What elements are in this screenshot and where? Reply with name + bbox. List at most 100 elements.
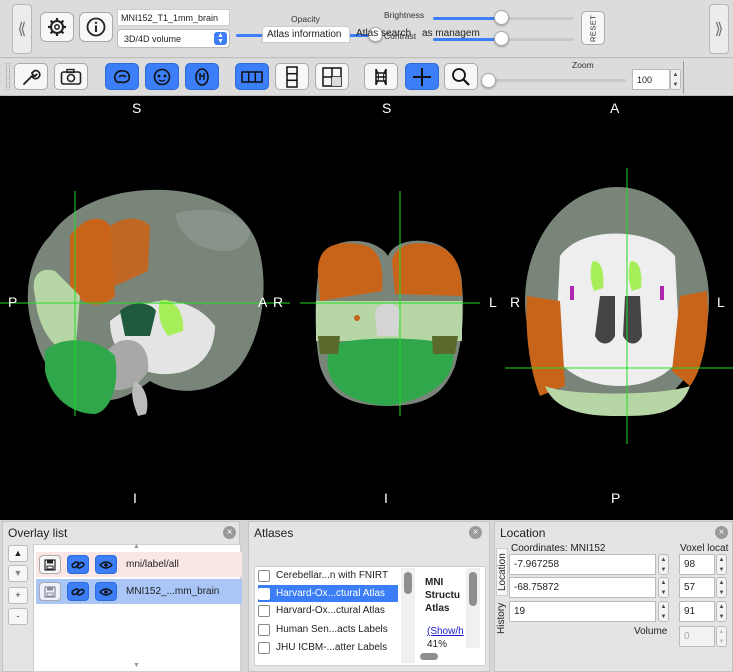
tab-history[interactable]: History <box>496 598 508 638</box>
overlay-item[interactable]: mni/label/all <box>36 552 242 577</box>
view-toolbar: Zoom 100 ▲ ▼ <box>0 59 733 96</box>
coordinate-z-stepper[interactable]: ▲ ▼ <box>658 601 669 622</box>
screenshot-button[interactable] <box>54 63 88 90</box>
collapse-left-button[interactable]: ⟪ <box>12 4 32 54</box>
atlas-item[interactable]: Cerebellar...n with FNIRT <box>258 567 398 584</box>
sagittal-view-toggle[interactable] <box>105 63 139 90</box>
atlas-checkbox[interactable] <box>258 623 270 636</box>
axial-label-top: A <box>610 100 620 116</box>
tab-atlas-management[interactable]: as managem <box>418 26 480 43</box>
grid-layout-toggle[interactable] <box>315 63 349 90</box>
atlas-list-scrollbar[interactable] <box>401 568 415 663</box>
vertical-layout-toggle[interactable] <box>275 63 309 90</box>
atlas-checkbox[interactable] <box>258 569 270 582</box>
info-icon <box>86 17 106 37</box>
coordinate-x-field[interactable]: -7.967258 <box>509 554 656 575</box>
coordinate-z-field[interactable]: 19 <box>509 601 656 622</box>
atlas-checkbox[interactable] <box>258 641 270 654</box>
atlas-item[interactable]: Harvard-Ox...ctural Atlas <box>258 602 398 619</box>
overlay-item-selected[interactable]: MNI152_...mm_brain <box>36 579 242 604</box>
add-overlay-button[interactable]: + <box>8 587 28 604</box>
brain-canvas[interactable] <box>0 96 733 520</box>
image-viewer[interactable]: S I P A S I R L A P R L <box>0 96 733 520</box>
scroll-up-icon[interactable]: ▲ <box>133 543 140 550</box>
horizontal-scrollbar-thumb[interactable] <box>420 653 438 660</box>
axial-slice[interactable] <box>525 187 709 416</box>
brightness-label: Brightness <box>384 10 425 20</box>
voxel-z-stepper[interactable]: ▲ ▼ <box>716 601 727 622</box>
coronal-view-toggle[interactable] <box>145 63 179 90</box>
location-title: Location <box>500 526 546 540</box>
axial-view-toggle[interactable] <box>185 63 219 90</box>
move-down-button[interactable]: ▼ <box>8 565 28 582</box>
zoom-slider[interactable] <box>488 79 626 82</box>
tools-button[interactable] <box>14 63 48 90</box>
zoom-slider-handle[interactable] <box>481 73 496 88</box>
volume-field[interactable]: 0 <box>679 626 715 647</box>
voxel-x-stepper[interactable]: ▲ ▼ <box>716 554 727 575</box>
move-up-button[interactable]: ▲ <box>8 545 28 562</box>
grid-layout-icon <box>322 66 342 87</box>
coronal-label-bottom: I <box>384 490 388 506</box>
zoom-tool-button[interactable] <box>444 63 478 90</box>
scrollbar-thumb[interactable] <box>469 572 477 606</box>
voxel-y-field[interactable]: 57 <box>679 577 715 598</box>
axial-label-right: L <box>717 294 725 310</box>
volume-type-select[interactable]: 3D/4D volume ▲ ▼ <box>117 29 230 48</box>
atlas-item-label: Cerebellar...n with FNIRT <box>276 570 389 581</box>
show-hide-link[interactable]: (Show/h <box>427 626 464 637</box>
reset-button[interactable]: RESET <box>581 11 605 45</box>
volume-label: Volume <box>634 626 668 637</box>
tab-location[interactable]: Location <box>496 548 508 596</box>
voxel-y-stepper[interactable]: ▲ ▼ <box>716 577 727 598</box>
horizontal-layout-toggle[interactable] <box>235 63 269 90</box>
atlas-item[interactable]: JHU ICBM-...atter Labels <box>258 639 398 656</box>
volume-stepper[interactable]: ▲ ▼ <box>716 626 727 647</box>
image-name-field[interactable]: MNI152_T1_1mm_brain <box>117 9 230 26</box>
axial-brain-icon <box>195 67 209 86</box>
atlas-item-selected[interactable]: Harvard-Ox...ctural Atlas <box>258 585 398 602</box>
coronal-label-left: R <box>273 294 284 310</box>
wrench-icon <box>23 69 41 85</box>
atlas-item-label: Harvard-Ox...ctural Atlas <box>276 588 385 599</box>
toolbar-grip[interactable] <box>6 63 10 90</box>
voxel-z-field[interactable]: 91 <box>679 601 715 622</box>
zoom-stepper[interactable]: ▲ ▼ <box>670 69 681 90</box>
close-icon[interactable]: × <box>223 526 236 539</box>
info-button[interactable] <box>79 12 113 42</box>
settings-button[interactable] <box>40 12 74 42</box>
crosshair-toggle[interactable] <box>405 63 439 90</box>
coordinate-y-stepper[interactable]: ▲ ▼ <box>658 577 669 598</box>
coordinate-x-stepper[interactable]: ▲ ▼ <box>658 554 669 575</box>
tab-atlas-search[interactable]: Atlas search <box>352 26 416 43</box>
voxel-x-field[interactable]: 98 <box>679 554 715 575</box>
save-icon[interactable] <box>39 555 61 574</box>
atlas-checkbox[interactable] <box>258 604 270 617</box>
overlay-item-name: MNI152_...mm_brain <box>126 586 220 597</box>
scrollbar-thumb[interactable] <box>404 572 412 594</box>
scroll-down-icon[interactable]: ▼ <box>133 662 140 669</box>
atlas-item[interactable]: Human Sen...acts Labels <box>258 621 398 638</box>
close-icon[interactable]: × <box>715 526 728 539</box>
atlas-item-label: Harvard-Ox...ctural Atlas <box>276 605 385 616</box>
zoom-value-field[interactable]: 100 <box>632 69 670 90</box>
eye-icon[interactable] <box>95 555 117 574</box>
link-icon[interactable] <box>67 582 89 601</box>
collapse-right-button[interactable]: ⟫ <box>709 4 729 54</box>
atlas-info-scrollbar[interactable] <box>466 568 480 648</box>
coronal-brain-icon <box>153 68 171 85</box>
coronal-label-top: S <box>382 100 392 116</box>
contrast-slider-handle[interactable] <box>493 31 509 46</box>
coordinate-y-field[interactable]: -68.75872 <box>509 577 656 598</box>
link-icon[interactable] <box>67 555 89 574</box>
save-icon[interactable] <box>39 582 61 601</box>
brightness-slider-handle[interactable] <box>493 10 509 25</box>
remove-overlay-button[interactable]: - <box>8 608 28 625</box>
atlas-checkbox[interactable] <box>258 587 270 600</box>
movie-mode-button[interactable] <box>364 63 398 90</box>
atlas-item-label: Human Sen...acts Labels <box>276 624 388 635</box>
eye-icon[interactable] <box>95 582 117 601</box>
coronal-slice[interactable] <box>315 240 464 406</box>
tab-atlas-information[interactable]: Atlas information <box>262 26 350 43</box>
close-icon[interactable]: × <box>469 526 482 539</box>
